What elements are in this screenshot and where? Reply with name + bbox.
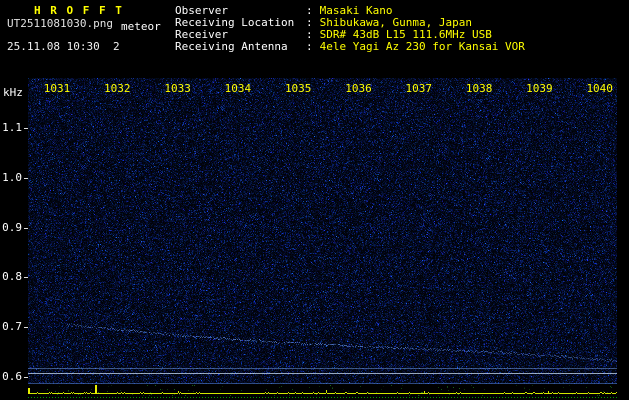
header-field-row: :4ele Yagi Az 230 for Kansai VOR: [306, 41, 525, 53]
y-tick-label: 0.9: [2, 221, 22, 234]
y-tick-label: 0.6: [2, 370, 22, 383]
y-axis-unit: kHz: [3, 86, 23, 99]
app-title: H R O F F T: [34, 4, 124, 17]
spectrogram-canvas: [28, 78, 617, 384]
y-tick-label: 0.7: [2, 320, 22, 333]
header-field-label: Receiving Antenna: [175, 40, 288, 53]
datetime-label: 25.11.08 10:30 2: [7, 40, 120, 53]
y-tick-label: 1.0: [2, 171, 22, 184]
y-tick-label: 1.1: [2, 121, 22, 134]
header-field-value: 4ele Yagi Az 230 for Kansai VOR: [319, 40, 525, 53]
output-filename: UT2511081030.png: [7, 17, 113, 30]
level-meter-canvas: [28, 385, 617, 400]
mode-label: meteor: [121, 20, 161, 33]
y-tick-label: 0.8: [2, 270, 22, 283]
colon: :: [306, 40, 313, 53]
hrofft-screen: H R O F F T UT2511081030.png meteor 25.1…: [0, 0, 629, 400]
